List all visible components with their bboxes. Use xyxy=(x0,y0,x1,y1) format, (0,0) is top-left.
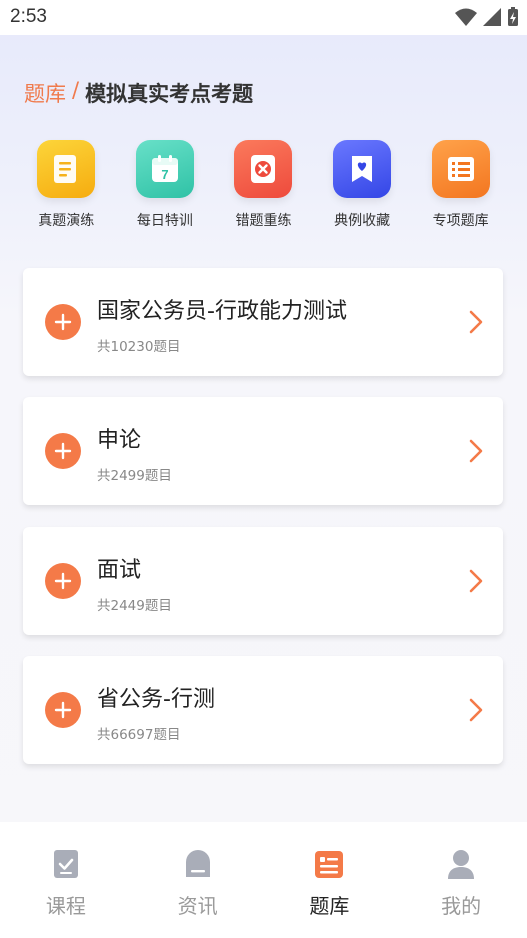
wifi-icon xyxy=(455,8,477,26)
quick-action-wrong-retry[interactable]: 错题重练 xyxy=(223,140,303,235)
bank-count: 共66697题目 xyxy=(97,727,181,743)
chevron-right-icon xyxy=(469,310,483,334)
quick-actions: 真题演练 7 每日特训 错题重练 典例收藏 专项题库 xyxy=(0,140,527,235)
chevron-right-icon xyxy=(469,569,483,593)
quick-action-label: 错题重练 xyxy=(235,213,292,229)
bottom-tab-bar: 课程 资讯 题库 我的 xyxy=(0,822,527,938)
quick-action-label: 专项题库 xyxy=(432,213,489,229)
tab-label: 资讯 xyxy=(177,894,218,918)
profile-icon xyxy=(448,850,475,879)
breadcrumb-separator: / xyxy=(72,78,80,102)
course-icon xyxy=(53,850,78,878)
bank-title: 面试 xyxy=(97,558,142,583)
plus-icon[interactable] xyxy=(45,563,81,599)
status-bar: 2:53 xyxy=(0,0,527,35)
tab-label: 课程 xyxy=(45,894,86,918)
quick-action-favorites[interactable]: 典例收藏 xyxy=(322,140,402,235)
chevron-right-icon xyxy=(469,698,483,722)
bank-card[interactable]: 面试 共2449题目 xyxy=(23,527,503,635)
svg-text:7: 7 xyxy=(161,167,168,182)
quick-action-special-bank[interactable]: 专项题库 xyxy=(421,140,501,235)
question-bank-icon xyxy=(315,851,344,878)
quick-action-daily-training[interactable]: 7 每日特训 xyxy=(125,140,205,235)
status-icons xyxy=(455,7,519,27)
signal-icon xyxy=(483,8,501,26)
bank-title: 国家公务员-行政能力测试 xyxy=(97,299,347,324)
bank-count: 共10230题目 xyxy=(97,339,181,355)
wrong-icon xyxy=(234,140,293,198)
page-title: 模拟真实考点考题 xyxy=(85,82,254,106)
tab-label: 题库 xyxy=(309,894,350,918)
status-time: 2:53 xyxy=(10,6,47,27)
quick-action-label: 真题演练 xyxy=(38,213,95,229)
battery-icon xyxy=(508,7,518,26)
tab-profile[interactable]: 我的 xyxy=(395,822,527,938)
bank-card[interactable]: 省公务-行测 共66697题目 xyxy=(23,656,503,764)
plus-icon[interactable] xyxy=(45,692,81,728)
quick-action-real-exam[interactable]: 真题演练 xyxy=(26,140,106,235)
bank-card[interactable]: 国家公务员-行政能力测试 共10230题目 xyxy=(23,268,503,376)
bank-title: 申论 xyxy=(97,428,142,453)
calendar-icon: 7 xyxy=(135,140,194,198)
list-icon xyxy=(431,140,490,198)
tab-question-bank[interactable]: 题库 xyxy=(264,822,396,938)
plus-icon[interactable] xyxy=(45,304,81,340)
bank-count: 共2499题目 xyxy=(97,468,172,484)
chevron-right-icon xyxy=(469,439,483,463)
breadcrumb: 题库 / 模拟真实考点考题 xyxy=(24,78,253,108)
bank-count: 共2449题目 xyxy=(97,598,172,614)
bookmark-heart-icon xyxy=(333,140,392,198)
tab-news[interactable]: 资讯 xyxy=(132,822,264,938)
bank-card[interactable]: 申论 共2499题目 xyxy=(23,397,503,505)
quick-action-label: 典例收藏 xyxy=(334,213,391,229)
quick-action-label: 每日特训 xyxy=(136,213,193,229)
news-icon xyxy=(185,850,210,877)
tab-course[interactable]: 课程 xyxy=(0,822,132,938)
tab-label: 我的 xyxy=(441,894,482,918)
bank-title: 省公务-行测 xyxy=(97,687,215,712)
document-icon xyxy=(37,140,96,198)
plus-icon[interactable] xyxy=(45,433,81,469)
breadcrumb-root[interactable]: 题库 xyxy=(24,78,66,108)
